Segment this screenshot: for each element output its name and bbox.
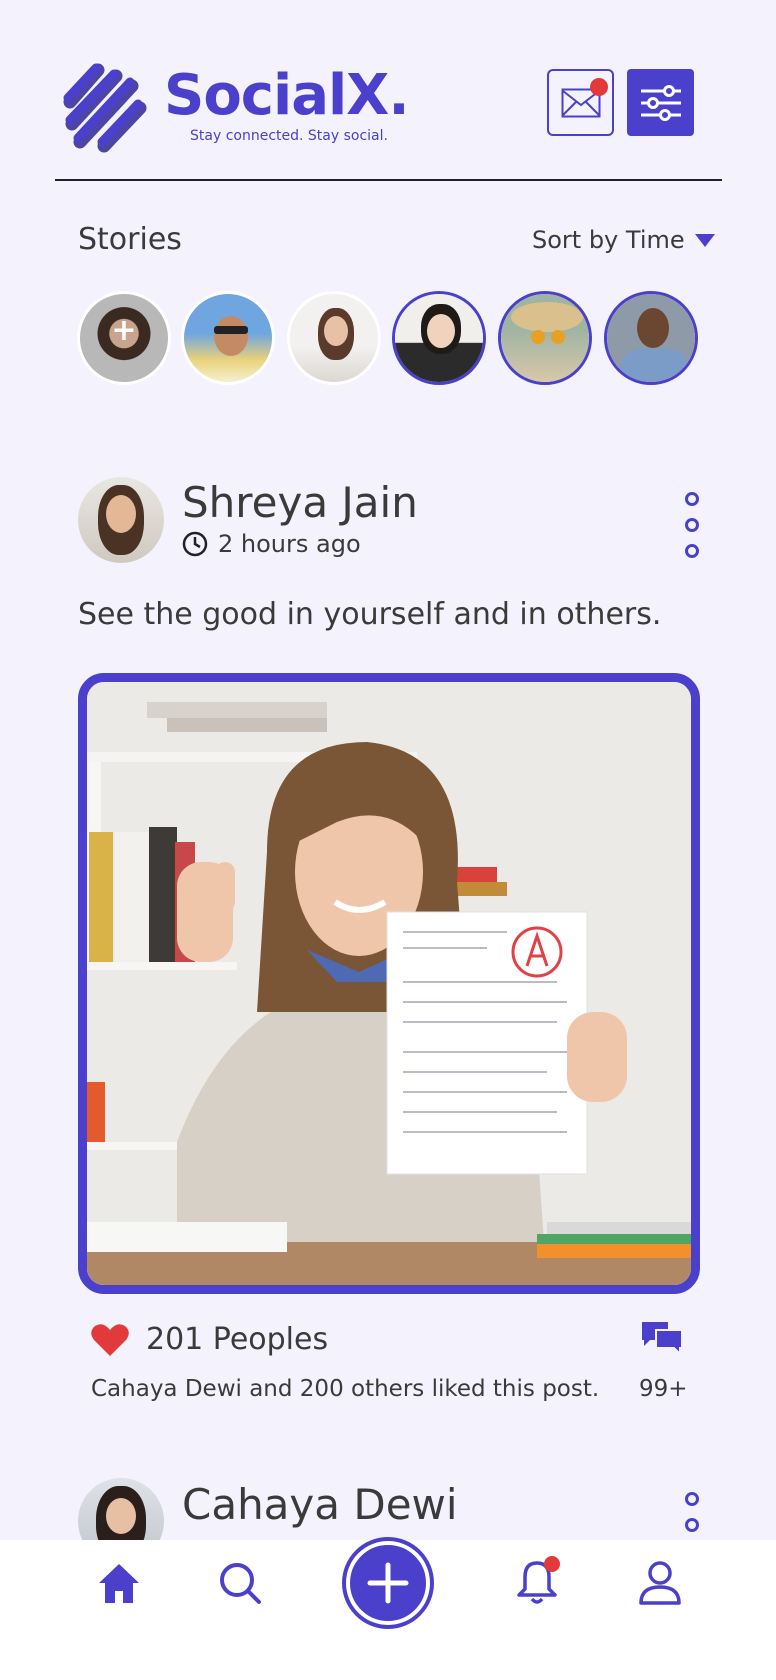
- post-image[interactable]: [78, 673, 700, 1294]
- search-icon: [220, 1563, 261, 1604]
- liked-by-text: Cahaya Dewi and 200 others liked this po…: [91, 1376, 600, 1402]
- logo-icon: [58, 62, 150, 158]
- post-caption: See the good in yourself and in others.: [78, 597, 662, 632]
- sliders-icon: [640, 84, 681, 121]
- story-avatar[interactable]: [604, 291, 698, 385]
- unread-badge: [590, 78, 608, 96]
- post-photo: [87, 682, 691, 1285]
- plus-icon: +: [111, 312, 137, 348]
- create-post-button[interactable]: [346, 1541, 430, 1625]
- notification-badge: [544, 1556, 560, 1572]
- nav-notifications[interactable]: [512, 1556, 562, 1608]
- heart-icon: [91, 1323, 129, 1356]
- add-story-button[interactable]: +: [77, 291, 171, 385]
- dot: [685, 1518, 699, 1532]
- caret-down-icon: [694, 233, 715, 247]
- dot: [685, 1492, 699, 1506]
- comments-button[interactable]: [640, 1320, 684, 1362]
- story-avatar[interactable]: [392, 291, 486, 385]
- profile-icon: [639, 1561, 681, 1605]
- post-author-name[interactable]: Cahaya Dewi: [182, 1480, 458, 1530]
- likes-count: 201 Peoples: [146, 1322, 329, 1357]
- post-timestamp: 2 hours ago: [182, 530, 361, 558]
- filter-button[interactable]: [627, 69, 694, 136]
- sort-label: Sort by Time: [532, 226, 685, 254]
- messages-button[interactable]: [547, 69, 614, 136]
- comments-icon: [642, 1322, 683, 1357]
- nav-home[interactable]: [94, 1558, 144, 1608]
- brand-tagline: Stay connected. Stay social.: [190, 128, 388, 144]
- likes-summary[interactable]: 201 Peoples: [90, 1322, 328, 1357]
- brand-title: SocialX.: [164, 63, 410, 128]
- story-avatar[interactable]: [181, 291, 275, 385]
- post-author-avatar[interactable]: [78, 477, 164, 563]
- dot: [685, 544, 699, 558]
- story-avatar[interactable]: [498, 291, 592, 385]
- nav-search[interactable]: [215, 1558, 265, 1608]
- header-divider: [55, 179, 722, 181]
- home-icon: [99, 1564, 139, 1603]
- post-author-name[interactable]: Shreya Jain: [182, 478, 418, 528]
- nav-profile[interactable]: [635, 1556, 685, 1608]
- post-time: 2 hours ago: [218, 530, 361, 558]
- plus-icon: [367, 1562, 409, 1604]
- post-options-button[interactable]: [684, 492, 700, 558]
- sort-dropdown[interactable]: Sort by Time: [532, 226, 715, 254]
- story-avatar[interactable]: [287, 291, 381, 385]
- comments-count: 99+: [639, 1376, 688, 1402]
- stories-title: Stories: [78, 222, 182, 257]
- dot: [685, 492, 699, 506]
- dot: [685, 518, 699, 532]
- clock-icon: [182, 531, 208, 557]
